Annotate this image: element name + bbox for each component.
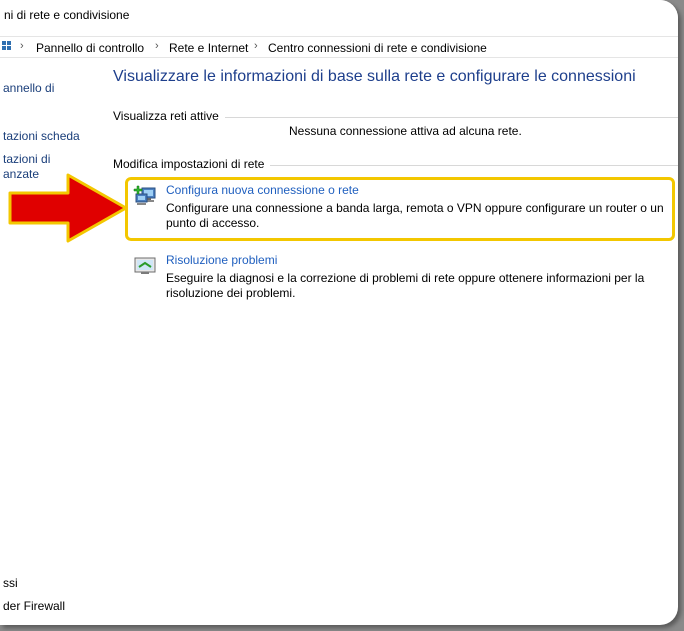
breadcrumb-item-control-panel[interactable]: Pannello di controllo	[36, 41, 144, 55]
active-networks-section: Visualizza reti attive	[113, 109, 678, 125]
sidebar-firewall-item[interactable]: der Firewall	[3, 599, 65, 613]
highlight-box	[125, 177, 675, 241]
sidebar-item-advanced-sharing[interactable]: tazioni di	[3, 152, 50, 166]
active-networks-label: Visualizza reti attive	[113, 109, 225, 123]
window-title: ni di rete e condivisione	[4, 8, 130, 22]
title-bar: ni di rete e condivisione	[0, 0, 678, 34]
change-settings-label: Modifica impostazioni di rete	[113, 157, 271, 171]
window: ni di rete e condivisione › Pannello di …	[0, 0, 678, 625]
address-bar[interactable]: › Pannello di controllo › Rete e Interne…	[0, 36, 678, 58]
troubleshoot-link[interactable]: Risoluzione problemi	[166, 253, 277, 267]
breadcrumb-item-network-internet[interactable]: Rete e Internet	[169, 41, 248, 55]
sidebar-item-adapter-settings[interactable]: tazioni scheda	[3, 129, 80, 143]
red-arrow-icon	[8, 173, 128, 243]
control-panel-icon	[2, 40, 12, 54]
sidebar-item-control-panel-home[interactable]: annello di	[3, 81, 54, 95]
change-settings-section: Modifica impostazioni di rete	[113, 157, 678, 173]
sidebar-see-also-item[interactable]: ssi	[3, 576, 18, 590]
no-connection-text: Nessuna connessione attiva ad alcuna ret…	[289, 124, 522, 138]
breadcrumb-chevron-icon: ›	[155, 40, 159, 52]
breadcrumb-chevron-icon: ›	[20, 40, 24, 52]
breadcrumb-item-network-sharing-center[interactable]: Centro connessioni di rete e condivision…	[268, 41, 487, 55]
troubleshoot-icon	[133, 255, 157, 277]
breadcrumb-chevron-icon: ›	[254, 40, 258, 52]
task-troubleshoot[interactable]: Risoluzione problemi Eseguire la diagnos…	[128, 253, 673, 303]
page-title: Visualizzare le informazioni di base sul…	[113, 68, 636, 85]
troubleshoot-description: Eseguire la diagnosi e la correzione di …	[166, 271, 645, 300]
